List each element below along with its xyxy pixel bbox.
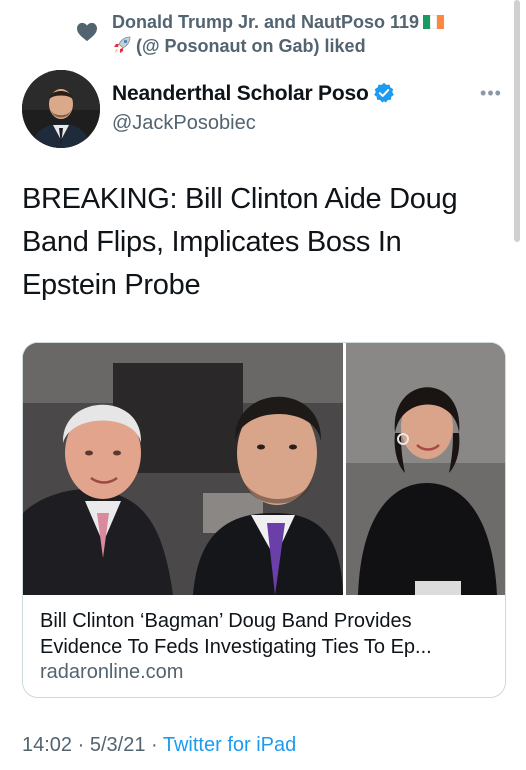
avatar-image [22, 70, 100, 148]
meta-separator: · [72, 734, 90, 756]
link-card[interactable]: Bill Clinton ‘Bagman’ Doug Band Provides… [22, 342, 506, 698]
meta-separator: · [145, 734, 163, 756]
social-context: Donald Trump Jr. and NautPoso 119 (@ Pos… [0, 0, 526, 70]
liked-line-1: Donald Trump Jr. and NautPoso 119 [112, 12, 420, 32]
tweet-date[interactable]: 5/3/21 [90, 734, 146, 756]
handle[interactable]: @JackPosobiec [112, 112, 256, 135]
avatar[interactable] [22, 70, 100, 148]
rocket-icon [114, 36, 131, 53]
tweet-time[interactable]: 14:02 [22, 734, 72, 756]
display-name-text: Neanderthal Scholar Poso [112, 82, 369, 105]
verified-badge-icon [373, 82, 394, 103]
card-image [23, 343, 505, 595]
card-title: Bill Clinton ‘Bagman’ Doug Band Provides… [40, 610, 432, 658]
card-domain: radaronline.com [40, 661, 184, 683]
liked-line-2: (@ Posonaut on Gab) liked [136, 36, 366, 56]
tweet-source-link[interactable]: Twitter for iPad [163, 734, 296, 756]
liked-context-text[interactable]: Donald Trump Jr. and NautPoso 119 (@ Pos… [112, 10, 492, 58]
more-options-button[interactable]: ••• [477, 84, 505, 104]
flag-icon [423, 15, 445, 29]
tweet-metadata: 14:02 · 5/3/21 · Twitter for iPad [22, 734, 296, 757]
heart-icon [77, 22, 97, 42]
display-name[interactable]: Neanderthal Scholar Poso [112, 82, 395, 106]
tweet-text: BREAKING: Bill Clinton Aide Doug Band Fl… [22, 183, 458, 301]
